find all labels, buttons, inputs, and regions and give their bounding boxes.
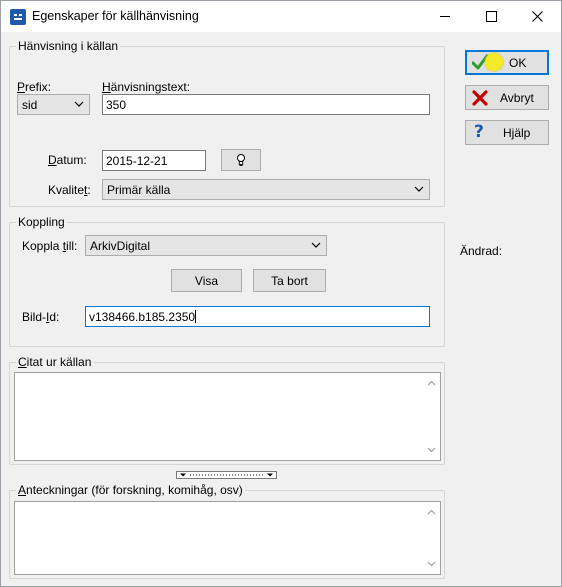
reference-group-title: Hänvisning i källan xyxy=(16,39,121,53)
quote-textarea[interactable] xyxy=(14,372,441,461)
changed-label: Ändrad: xyxy=(460,244,503,258)
lightbulb-icon xyxy=(237,154,245,166)
scroll-up-icon[interactable] xyxy=(426,508,437,516)
scroll-down-icon[interactable] xyxy=(426,560,437,568)
date-label: Datum: xyxy=(48,153,87,167)
close-icon xyxy=(531,11,543,22)
link-to-label: Koppla till: xyxy=(22,239,78,253)
cursor-highlight xyxy=(485,53,503,71)
text-caret xyxy=(195,310,197,323)
cancel-x-icon xyxy=(472,90,488,106)
reference-text-label: Hänvisningstext: xyxy=(102,80,191,94)
chevron-down-icon xyxy=(74,101,84,107)
quality-dropdown[interactable]: Primär källa xyxy=(102,179,430,200)
scroll-down-icon[interactable] xyxy=(426,446,437,454)
chevron-down-icon xyxy=(311,242,321,248)
prefix-label: Prefix: xyxy=(17,80,52,94)
quality-label: Kvalitet: xyxy=(48,183,91,197)
help-icon: ? xyxy=(474,122,484,142)
help-button[interactable]: ? Hjälp xyxy=(465,120,549,145)
reference-text-field[interactable]: 350 xyxy=(102,94,430,115)
scroll-up-icon[interactable] xyxy=(426,379,437,387)
minimize-button[interactable] xyxy=(422,1,468,32)
window-title: Egenskaper för källhänvisning xyxy=(32,9,199,23)
maximize-icon xyxy=(485,11,497,22)
prefix-value: sid xyxy=(22,98,38,112)
prefix-dropdown[interactable]: sid xyxy=(17,94,90,115)
chevron-down-icon xyxy=(414,186,424,192)
link-group-title: Koppling xyxy=(16,215,67,229)
splitter-grip-icon xyxy=(180,473,273,477)
ok-button[interactable]: OK xyxy=(465,50,549,75)
image-id-label: Bild-Id: xyxy=(22,310,60,324)
quote-group-title: Citat ur källan xyxy=(16,355,94,369)
minimize-icon xyxy=(439,16,450,17)
app-icon xyxy=(10,9,26,25)
dialog-window: Egenskaper för källhänvisning Hänvisning… xyxy=(0,0,562,587)
close-button[interactable] xyxy=(514,1,560,32)
title-bar: Egenskaper för källhänvisning xyxy=(1,1,561,32)
image-id-field[interactable]: v138466.b185.2350 xyxy=(85,306,430,327)
quote-scrollbar[interactable] xyxy=(423,373,440,460)
quality-value: Primär källa xyxy=(107,183,171,197)
notes-textarea[interactable] xyxy=(14,501,441,575)
notes-scrollbar[interactable] xyxy=(423,502,440,574)
cancel-button[interactable]: Avbryt xyxy=(465,85,549,110)
date-field[interactable]: 2015-12-21 xyxy=(102,150,206,171)
maximize-button[interactable] xyxy=(468,1,514,32)
remove-button[interactable]: Ta bort xyxy=(253,269,326,292)
show-button[interactable]: Visa xyxy=(171,269,242,292)
notes-group-title: Anteckningar (för forskning, komihåg, os… xyxy=(16,483,245,497)
link-to-value: ArkivDigital xyxy=(90,239,151,253)
splitter-handle[interactable] xyxy=(176,471,277,479)
link-to-dropdown[interactable]: ArkivDigital xyxy=(85,235,327,256)
date-hint-button[interactable] xyxy=(221,149,261,171)
